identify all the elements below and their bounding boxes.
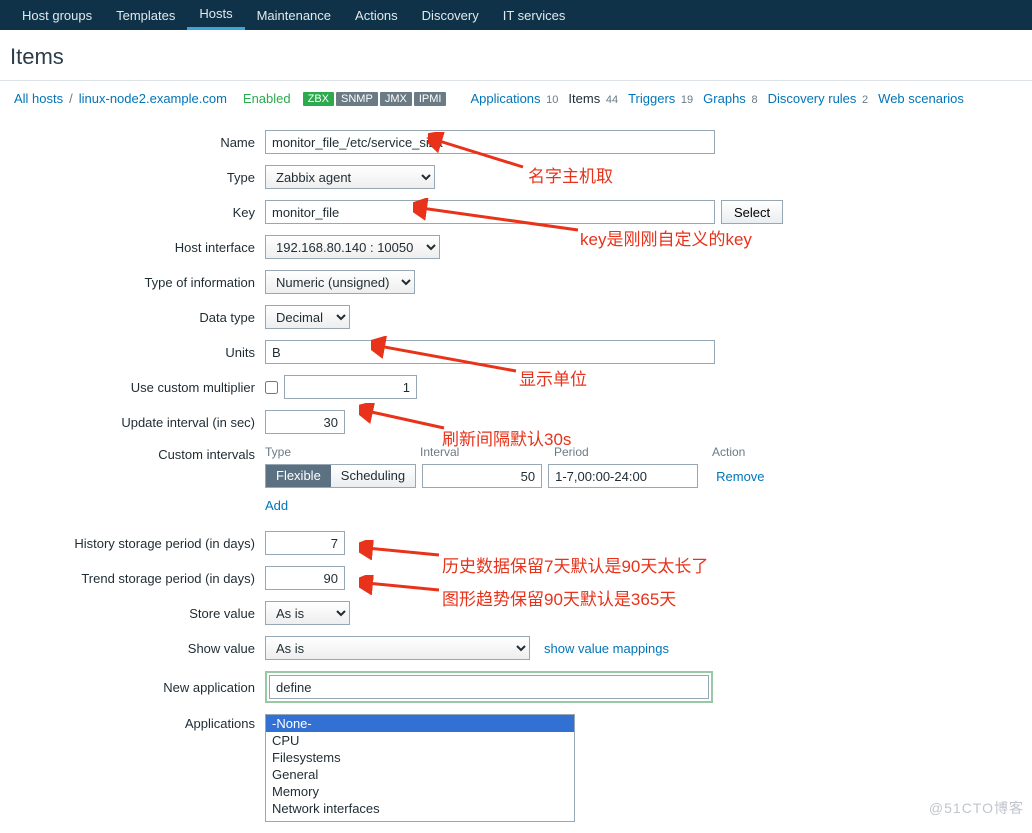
ci-head-period: Period <box>554 445 712 459</box>
tab-items[interactable]: Items 44 <box>568 91 618 106</box>
topnav-item-templates[interactable]: Templates <box>104 0 187 30</box>
ci-head-type: Type <box>265 445 420 459</box>
label-units: Units <box>0 345 265 360</box>
multiplier-input <box>284 375 417 399</box>
name-input[interactable] <box>265 130 715 154</box>
ci-remove-link[interactable]: Remove <box>716 469 764 484</box>
badge-zbx: ZBX <box>303 92 334 106</box>
label-custom-intervals: Custom intervals <box>0 445 265 462</box>
topnav-item-maintenance[interactable]: Maintenance <box>245 0 343 30</box>
host-link[interactable]: linux-node2.example.com <box>79 91 227 106</box>
label-use-mult: Use custom multiplier <box>0 380 265 395</box>
ci-add-link[interactable]: Add <box>265 498 288 513</box>
badge-jmx: JMX <box>380 92 412 106</box>
tab-web-scenarios[interactable]: Web scenarios <box>878 91 964 106</box>
history-input[interactable] <box>265 531 345 555</box>
label-key: Key <box>0 205 265 220</box>
badge-ipmi: IPMI <box>414 92 447 106</box>
label-history: History storage period (in days) <box>0 536 265 551</box>
ci-interval-input[interactable] <box>422 464 542 488</box>
label-trend: Trend storage period (in days) <box>0 571 265 586</box>
label-host-interface: Host interface <box>0 240 265 255</box>
app-option[interactable]: -None- <box>266 715 574 732</box>
trend-input[interactable] <box>265 566 345 590</box>
show-value-select[interactable]: As is <box>265 636 530 660</box>
topnav-item-host-groups[interactable]: Host groups <box>10 0 104 30</box>
store-value-select[interactable]: As is <box>265 601 350 625</box>
label-data-type: Data type <box>0 310 265 325</box>
type-info-select[interactable]: Numeric (unsigned) <box>265 270 415 294</box>
enabled-status: Enabled <box>243 91 291 106</box>
item-form: Name Type Zabbix agent Key Select Host i… <box>0 116 1032 822</box>
label-new-app: New application <box>0 680 265 695</box>
use-mult-checkbox[interactable] <box>265 381 278 394</box>
new-app-highlight <box>265 671 713 703</box>
ci-head-action: Action <box>712 445 745 459</box>
topnav-item-actions[interactable]: Actions <box>343 0 410 30</box>
all-hosts-link[interactable]: All hosts <box>14 91 63 106</box>
units-input[interactable] <box>265 340 715 364</box>
ci-tab-scheduling[interactable]: Scheduling <box>331 465 415 487</box>
label-name: Name <box>0 135 265 150</box>
custom-intervals-box: Type Interval Period Action Flexible Sch… <box>265 445 765 513</box>
app-option[interactable]: General <box>266 766 574 783</box>
watermark: @51CTO博客 <box>929 798 1024 818</box>
tab-graphs[interactable]: Graphs 8 <box>703 91 757 106</box>
topnav-item-it-services[interactable]: IT services <box>491 0 578 30</box>
app-option[interactable]: Memory <box>266 783 574 800</box>
label-applications: Applications <box>0 714 265 731</box>
top-nav: Host groupsTemplatesHostsMaintenanceActi… <box>0 0 1032 30</box>
tab-triggers[interactable]: Triggers 19 <box>628 91 693 106</box>
app-option[interactable]: Network interfaces <box>266 800 574 817</box>
label-type: Type <box>0 170 265 185</box>
ci-period-input[interactable] <box>548 464 698 488</box>
label-type-info: Type of information <box>0 275 265 290</box>
show-value-mappings-link[interactable]: show value mappings <box>544 641 669 656</box>
data-type-select[interactable]: Decimal <box>265 305 350 329</box>
label-store-value: Store value <box>0 606 265 621</box>
tab-applications[interactable]: Applications 10 <box>470 91 558 106</box>
type-select[interactable]: Zabbix agent <box>265 165 435 189</box>
key-input[interactable] <box>265 200 715 224</box>
tab-discovery-rules[interactable]: Discovery rules 2 <box>768 91 869 106</box>
ci-type-tabs: Flexible Scheduling <box>265 464 416 488</box>
host-interface-select[interactable]: 192.168.80.140 : 10050 <box>265 235 440 259</box>
ci-head-interval: Interval <box>420 445 554 459</box>
select-button[interactable]: Select <box>721 200 783 224</box>
sub-nav: All hosts / linux-node2.example.com Enab… <box>0 81 1032 116</box>
topnav-item-discovery[interactable]: Discovery <box>410 0 491 30</box>
topnav-item-hosts[interactable]: Hosts <box>187 0 244 30</box>
breadcrumb-sep: / <box>69 91 73 106</box>
label-show-value: Show value <box>0 641 265 656</box>
badge-snmp: SNMP <box>336 92 378 106</box>
update-interval-input[interactable] <box>265 410 345 434</box>
app-option[interactable]: Filesystems <box>266 749 574 766</box>
page-title: Items <box>0 30 1032 81</box>
new-app-input[interactable] <box>269 675 709 699</box>
proto-badges: ZBXSNMPJMXIPMI <box>303 92 447 106</box>
ci-tab-flexible[interactable]: Flexible <box>266 465 331 487</box>
app-option[interactable]: CPU <box>266 732 574 749</box>
label-update-interval: Update interval (in sec) <box>0 415 265 430</box>
